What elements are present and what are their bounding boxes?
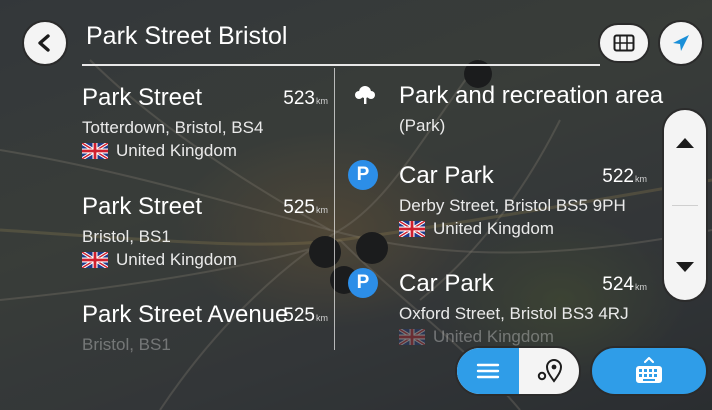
distance-value: 523 bbox=[283, 88, 315, 109]
map-pins-icon bbox=[537, 359, 563, 383]
result-park-and-recreation-area[interactable]: Park and recreation area (Park) bbox=[399, 82, 664, 136]
result-car-park-derby-street[interactable]: Car Park 522km Derby Street, Bristol BS5… bbox=[399, 162, 647, 239]
result-name: Park and recreation area bbox=[399, 82, 664, 109]
scroll-up-button[interactable] bbox=[664, 118, 706, 168]
scroll-divider bbox=[672, 205, 698, 206]
current-location-button[interactable] bbox=[658, 20, 704, 66]
result-address: Derby Street, Bristol BS5 9PH bbox=[399, 196, 626, 215]
map-view-button[interactable] bbox=[598, 23, 650, 63]
distance-unit: km bbox=[635, 174, 647, 184]
uk-flag-icon bbox=[82, 252, 108, 268]
distance-value: 525 bbox=[283, 197, 315, 218]
uk-flag-icon bbox=[399, 329, 425, 345]
arrow-left-icon bbox=[38, 34, 50, 52]
result-park-street-totterdown[interactable]: Park Street 523km Totterdown, Bristol, B… bbox=[82, 84, 328, 161]
country-name: United Kingdom bbox=[116, 141, 237, 160]
map-icon bbox=[613, 34, 635, 52]
result-distance: 523km bbox=[283, 88, 328, 110]
result-address: Totterdown, Bristol, BS4 bbox=[82, 118, 264, 137]
distance-unit: km bbox=[635, 282, 647, 292]
distance-value: 522 bbox=[602, 166, 634, 187]
view-toggle bbox=[455, 346, 581, 396]
column-divider bbox=[334, 68, 335, 350]
result-address: Bristol, BS1 bbox=[82, 227, 171, 246]
country-name: United Kingdom bbox=[433, 327, 554, 346]
result-distance: 522km bbox=[602, 166, 647, 188]
country-name: United Kingdom bbox=[116, 250, 237, 269]
result-park-street-bs1[interactable]: Park Street 525km Bristol, BS1 United Ki… bbox=[82, 193, 328, 270]
result-address: Bristol, BS1 bbox=[82, 335, 171, 354]
parking-icon: P bbox=[348, 268, 378, 298]
search-underline bbox=[82, 64, 600, 66]
distance-unit: km bbox=[316, 205, 328, 215]
result-distance: 525km bbox=[283, 197, 328, 219]
uk-flag-icon bbox=[399, 221, 425, 237]
tree-icon bbox=[355, 86, 375, 104]
distance-unit: km bbox=[316, 96, 328, 106]
result-country: United Kingdom bbox=[82, 250, 328, 270]
result-address: Oxford Street, Bristol BS3 4RJ bbox=[399, 304, 629, 323]
country-name: United Kingdom bbox=[433, 219, 554, 238]
result-category: (Park) bbox=[399, 116, 446, 135]
scroll-down-button[interactable] bbox=[664, 242, 706, 292]
result-park-street-avenue[interactable]: Park Street Avenue 525km Bristol, BS1 bbox=[82, 301, 328, 355]
uk-flag-icon bbox=[82, 143, 108, 159]
keyboard-icon bbox=[636, 357, 662, 383]
list-icon bbox=[476, 363, 500, 379]
list-view-button[interactable] bbox=[457, 348, 519, 394]
distance-value: 524 bbox=[602, 274, 634, 295]
navigation-arrow-icon bbox=[673, 35, 689, 51]
result-country: United Kingdom bbox=[399, 327, 647, 347]
chevron-up-icon bbox=[676, 138, 694, 148]
result-distance: 524km bbox=[602, 274, 647, 296]
result-country: United Kingdom bbox=[82, 141, 328, 161]
back-button[interactable] bbox=[22, 20, 68, 66]
parking-icon: P bbox=[348, 160, 378, 190]
distance-value: 525 bbox=[283, 305, 315, 326]
distance-unit: km bbox=[316, 313, 328, 323]
keyboard-button[interactable] bbox=[590, 346, 708, 396]
result-car-park-oxford-street[interactable]: Car Park 524km Oxford Street, Bristol BS… bbox=[399, 270, 647, 347]
chevron-down-icon bbox=[676, 262, 694, 272]
search-bar: Park Street Bristol bbox=[0, 0, 712, 80]
search-query[interactable]: Park Street Bristol bbox=[86, 22, 287, 51]
map-pins-view-button[interactable] bbox=[519, 348, 579, 394]
scroll-control bbox=[662, 108, 708, 302]
result-distance: 525km bbox=[283, 305, 328, 327]
result-country: United Kingdom bbox=[399, 219, 647, 239]
